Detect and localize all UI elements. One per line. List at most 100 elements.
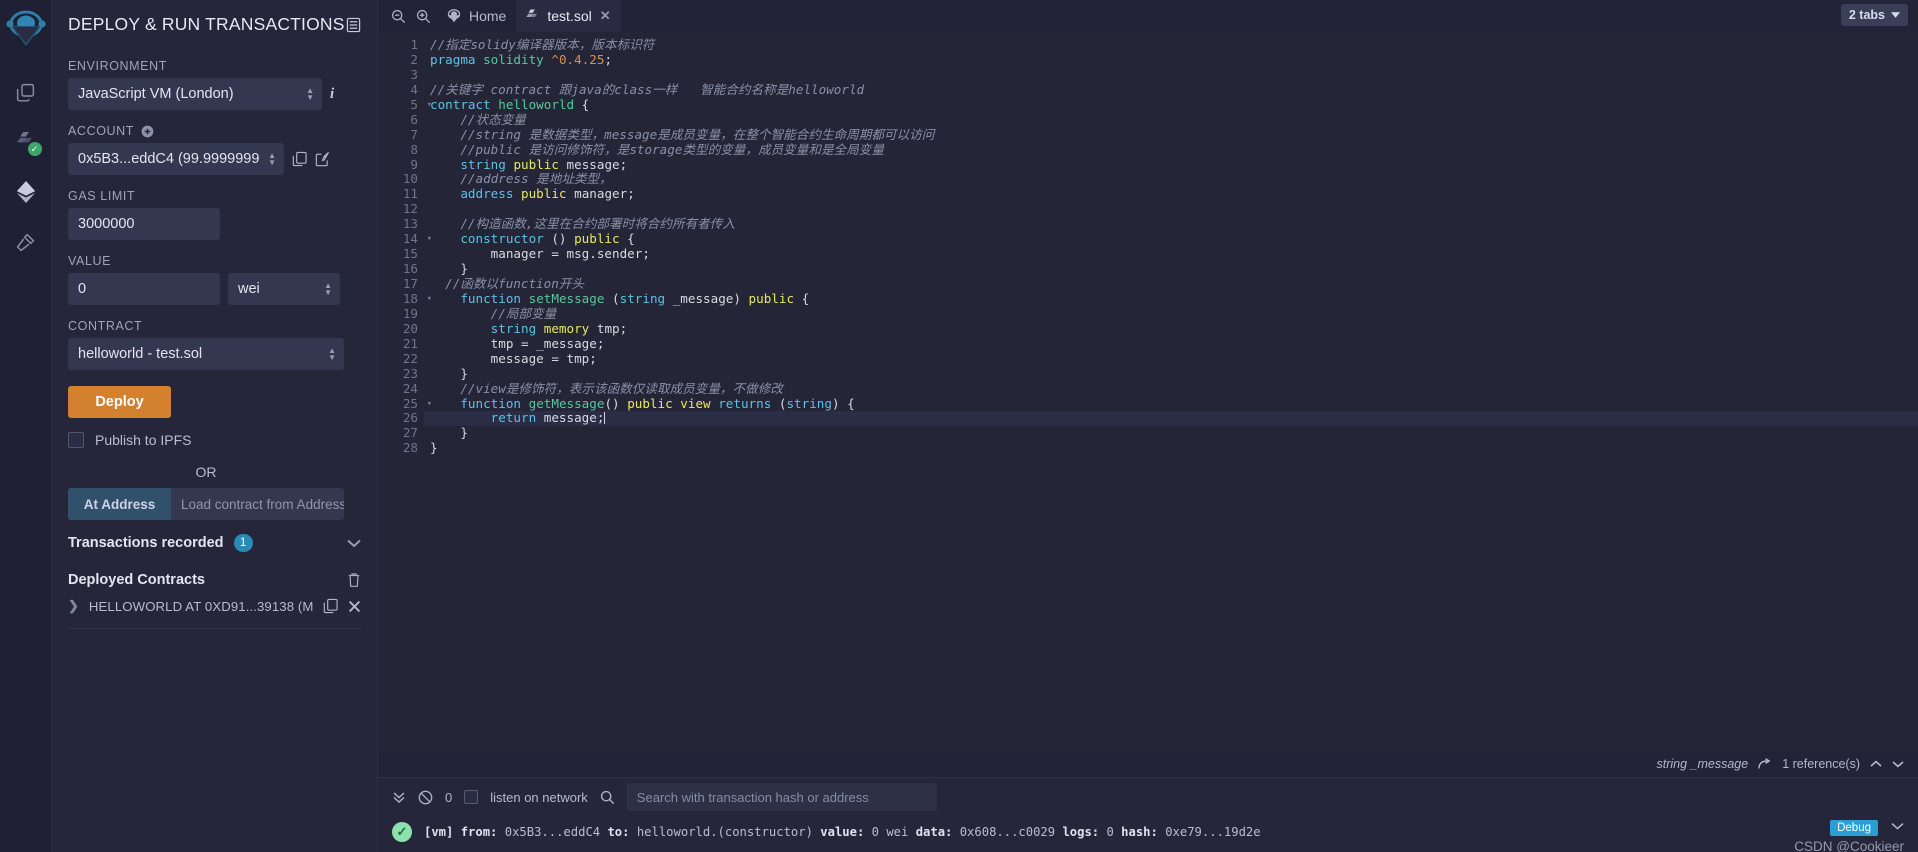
deploy-button[interactable]: Deploy <box>68 386 171 418</box>
code-line[interactable]: function getMessage() public view return… <box>424 396 1918 412</box>
deployed-contract-item[interactable]: ❯ HELLOWORLD AT 0XD91...39138 (M <box>52 588 377 614</box>
code-editor[interactable]: 1 2 3 4 5 ▾ 6 7 8 9 10 11 12 13 14 ▾ 15 16 17 18 ▾ 19 20 21 22 23… <box>378 32 1918 751</box>
environment-select[interactable]: JavaScript VM (London) ▲ ▼ <box>68 78 322 110</box>
tab-test-sol[interactable]: test.sol ✕ <box>516 0 621 32</box>
tabs-count-button[interactable]: 2 tabs <box>1840 4 1908 26</box>
debug-button[interactable]: Debug <box>1830 820 1878 836</box>
code-line[interactable]: string public message; <box>424 157 1918 173</box>
code-line[interactable]: //函数以function开头 <box>424 276 1918 292</box>
code-line[interactable] <box>424 68 1918 83</box>
line-number: 11 <box>402 186 418 202</box>
search-icon[interactable] <box>600 790 615 805</box>
code-line[interactable]: } <box>424 440 1918 456</box>
code-line[interactable]: constructor () public { <box>424 231 1918 247</box>
gas-limit-value: 3000000 <box>78 216 135 232</box>
transactions-recorded-section[interactable]: Transactions recorded 1 <box>52 520 377 552</box>
tab-home-label: Home <box>469 8 507 24</box>
code-line[interactable]: //string 是数据类型，message是成员变量，在整个智能合约生命周期都… <box>424 127 1918 143</box>
publish-ipfs-checkbox[interactable] <box>68 432 84 448</box>
clear-console-icon[interactable] <box>418 790 433 805</box>
line-number: 15 <box>402 246 418 262</box>
data-value: 0x608...c0029 <box>959 825 1056 839</box>
line-number: 17 <box>402 276 418 291</box>
deploy-run-icon[interactable] <box>6 170 46 214</box>
code-line[interactable]: return message; <box>424 410 1918 427</box>
line-number: 21 <box>402 335 418 351</box>
chevron-down-icon[interactable] <box>347 539 361 548</box>
code-line[interactable]: function setMessage (string _message) pu… <box>424 291 1918 307</box>
code-line[interactable]: address public manager; <box>424 186 1918 202</box>
code-line[interactable]: } <box>424 261 1918 277</box>
code-line[interactable]: //view是修饰符，表示该函数仅读取成员变量，不做修改 <box>424 381 1918 397</box>
zoom-in-icon[interactable] <box>411 9 436 24</box>
code-line[interactable]: //构造函数,这里在合约部署时将合约所有者传入 <box>424 216 1918 232</box>
code-line[interactable]: manager = msg.sender; <box>424 246 1918 262</box>
solidity-compiler-icon[interactable]: ✓ <box>6 120 46 164</box>
signature-hint: string _message <box>1656 757 1749 771</box>
contract-select[interactable]: helloworld - test.sol ▲ ▼ <box>68 338 344 370</box>
listen-on-network-checkbox[interactable] <box>464 790 479 804</box>
code-line[interactable]: pragma solidity ^0.4.25; <box>424 52 1918 68</box>
close-icon[interactable]: ✕ <box>600 8 611 24</box>
account-select[interactable]: 0x5B3...eddC4 (99.9999999 ▲ ▼ <box>68 143 284 175</box>
terminal-search-input[interactable]: Search with transaction hash or address <box>626 783 937 811</box>
contract-value: helloworld - test.sol <box>78 346 203 362</box>
account-label-text: ACCOUNT <box>68 124 135 138</box>
editor-status-bar: string _message 1 reference(s) <box>378 751 1918 777</box>
code-line[interactable]: tmp = _message; <box>424 336 1918 352</box>
code-line[interactable]: //指定solidy编译器版本，版本标识符 <box>424 37 1918 53</box>
chevron-up-icon[interactable] <box>1870 760 1882 768</box>
list-icon[interactable] <box>346 17 361 33</box>
code-line[interactable]: string memory tmp; <box>424 321 1918 337</box>
terminal-log-row[interactable]: ✓ [vm] from: 0x5B3...eddC4 to: helloworl… <box>378 816 1918 852</box>
plugin-manager-icon[interactable] <box>6 220 46 264</box>
double-chevron-down-icon[interactable] <box>392 790 406 804</box>
code-line[interactable]: message = tmp; <box>424 351 1918 367</box>
account-label: ACCOUNT <box>68 124 361 138</box>
code-line[interactable]: } <box>424 366 1918 382</box>
trash-icon[interactable] <box>347 572 361 588</box>
at-address-input[interactable]: Load contract from Address <box>171 488 344 520</box>
at-address-button[interactable]: At Address <box>68 488 171 520</box>
chevron-down-icon[interactable] <box>1892 760 1904 768</box>
edit-icon[interactable] <box>315 151 330 167</box>
gas-limit-input[interactable]: 3000000 <box>68 208 220 240</box>
remix-logo-icon[interactable] <box>3 6 49 52</box>
tab-bar: Home test.sol ✕ 2 tabs <box>378 0 1918 32</box>
info-icon[interactable]: i <box>330 86 334 103</box>
value-value: 0 wei <box>871 825 909 839</box>
tab-home[interactable]: Home <box>436 0 516 32</box>
code-line[interactable]: } <box>424 425 1918 441</box>
code-line[interactable]: //关键字 contract 跟java的class一样 智能合约名称是hell… <box>424 82 1918 98</box>
value-unit-select[interactable]: wei ▲ ▼ <box>228 273 340 305</box>
copy-icon[interactable] <box>292 151 307 167</box>
code-line[interactable]: //address 是地址类型， <box>424 171 1918 187</box>
panel-body: ENVIRONMENT JavaScript VM (London) ▲ ▼ i … <box>52 59 377 520</box>
terminal-toolbar: 0 listen on network Search with transact… <box>378 778 1918 816</box>
code-line[interactable]: //状态变量 <box>424 112 1918 128</box>
code-line[interactable]: contract helloworld { <box>424 97 1918 113</box>
copy-icon[interactable] <box>323 598 338 614</box>
close-icon[interactable] <box>348 600 361 613</box>
environment-row: JavaScript VM (London) ▲ ▼ i <box>68 78 361 110</box>
panel-header: DEPLOY & RUN TRANSACTIONS <box>52 0 377 45</box>
chevron-right-icon[interactable]: ❯ <box>68 598 79 614</box>
chevron-updown-icon: ▲ ▼ <box>268 151 276 167</box>
code-line[interactable]: //public 是访问修饰符，是storage类型的变量，成员变量和是全局变量 <box>424 142 1918 158</box>
chevron-down-icon[interactable] <box>1891 822 1904 830</box>
line-number: 22 <box>402 350 418 366</box>
code-line[interactable]: //局部变量 <box>424 306 1918 322</box>
code-content[interactable]: //指定solidy编译器版本，版本标识符 pragma solidity ^0.… <box>424 32 1918 751</box>
contract-label: CONTRACT <box>68 319 143 333</box>
file-explorer-icon[interactable] <box>6 70 46 114</box>
account-row: 0x5B3...eddC4 (99.9999999 ▲ ▼ <box>68 143 361 175</box>
go-to-reference-icon[interactable] <box>1758 758 1772 770</box>
plus-circle-icon[interactable] <box>141 125 154 138</box>
publish-ipfs-row[interactable]: Publish to IPFS <box>68 432 361 448</box>
value-input[interactable]: 0 <box>68 273 220 305</box>
line-number: 13 <box>402 216 418 232</box>
zoom-out-icon[interactable] <box>386 9 411 24</box>
terminal-log-text: [vm] from: 0x5B3...eddC4 to: helloworld.… <box>424 825 1261 839</box>
line-number: 7 <box>410 126 418 142</box>
code-line[interactable] <box>424 202 1918 217</box>
